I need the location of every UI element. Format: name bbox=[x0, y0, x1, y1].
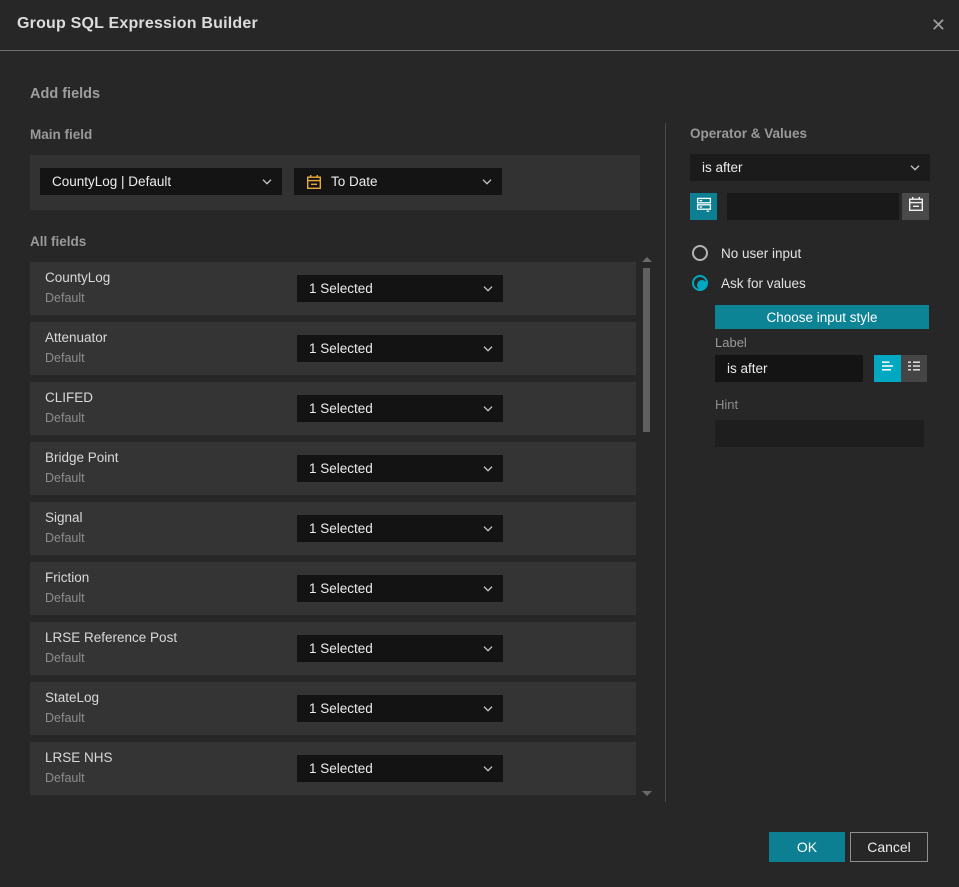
chevron-down-icon bbox=[483, 405, 493, 412]
field-row: Signal Default 1 Selected bbox=[30, 502, 636, 555]
field-row: CLIFED Default 1 Selected bbox=[30, 382, 636, 435]
radio-circle bbox=[692, 245, 708, 261]
field-name: CLIFED bbox=[45, 390, 94, 405]
field-name: LRSE NHS bbox=[45, 750, 113, 765]
chevron-down-icon bbox=[483, 285, 493, 292]
field-type: Default bbox=[45, 471, 85, 485]
chevron-down-icon bbox=[483, 585, 493, 592]
radio-label: Ask for values bbox=[721, 275, 806, 291]
chevron-down-icon bbox=[483, 705, 493, 712]
field-selection-dropdown[interactable]: 1 Selected bbox=[297, 695, 503, 722]
calendar-icon bbox=[306, 174, 322, 190]
field-name: LRSE Reference Post bbox=[45, 630, 178, 645]
radio-label: No user input bbox=[721, 245, 802, 261]
field-selection-value: 1 Selected bbox=[309, 401, 373, 416]
vertical-divider bbox=[665, 123, 666, 802]
choose-input-style-button[interactable]: Choose input style bbox=[715, 305, 929, 329]
operator-dropdown[interactable]: is after bbox=[690, 154, 930, 181]
cancel-button[interactable]: Cancel bbox=[850, 832, 928, 862]
field-row: Bridge Point Default 1 Selected bbox=[30, 442, 636, 495]
field-selection-value: 1 Selected bbox=[309, 281, 373, 296]
field-selection-value: 1 Selected bbox=[309, 521, 373, 536]
dialog-title: Group SQL Expression Builder bbox=[17, 15, 258, 32]
field-selection-value: 1 Selected bbox=[309, 581, 373, 596]
ok-button[interactable]: OK bbox=[769, 832, 845, 862]
all-fields-heading: All fields bbox=[30, 234, 87, 249]
field-selection-value: 1 Selected bbox=[309, 701, 373, 716]
chevron-down-icon bbox=[483, 345, 493, 352]
field-row: Friction Default 1 Selected bbox=[30, 562, 636, 615]
value-input[interactable] bbox=[727, 193, 899, 220]
field-name: StateLog bbox=[45, 690, 100, 705]
main-field-dropdown[interactable]: CountyLog | Default bbox=[40, 168, 282, 195]
field-row: LRSE NHS Default 1 Selected bbox=[30, 742, 636, 795]
field-row: Attenuator Default 1 Selected bbox=[30, 322, 636, 375]
date-picker-button[interactable] bbox=[902, 193, 929, 220]
main-field-dropdown-value: CountyLog | Default bbox=[52, 174, 172, 189]
date-type-dropdown[interactable]: To Date bbox=[294, 168, 502, 195]
hint-caption: Hint bbox=[715, 397, 739, 412]
field-selection-dropdown[interactable]: 1 Selected bbox=[297, 395, 503, 422]
field-selection-value: 1 Selected bbox=[309, 461, 373, 476]
group-sql-expression-builder-dialog: Group SQL Expression Builder ✕ Add field… bbox=[0, 0, 959, 887]
chevron-down-icon bbox=[483, 645, 493, 652]
field-selection-dropdown[interactable]: 1 Selected bbox=[297, 755, 503, 782]
label-caption: Label bbox=[715, 335, 747, 350]
field-selection-dropdown[interactable]: 1 Selected bbox=[297, 455, 503, 482]
all-fields-list: CountyLog Default 1 Selected Attenuator … bbox=[30, 262, 636, 795]
hint-input[interactable] bbox=[715, 420, 924, 447]
field-name: CountyLog bbox=[45, 270, 111, 285]
field-selection-value: 1 Selected bbox=[309, 341, 373, 356]
operator-dropdown-value: is after bbox=[702, 160, 743, 175]
field-name: Bridge Point bbox=[45, 450, 119, 465]
add-fields-heading: Add fields bbox=[30, 86, 101, 102]
scrollbar-up-arrow[interactable] bbox=[642, 257, 652, 262]
field-row: LRSE Reference Post Default 1 Selected bbox=[30, 622, 636, 675]
calendar-icon bbox=[908, 196, 924, 217]
main-field-heading: Main field bbox=[30, 127, 93, 142]
radio-ask-for-values[interactable]: Ask for values bbox=[692, 275, 806, 291]
field-row: StateLog Default 1 Selected bbox=[30, 682, 636, 735]
input-style-list-toggle[interactable] bbox=[901, 355, 927, 382]
field-name: Friction bbox=[45, 570, 90, 585]
field-type: Default bbox=[45, 411, 85, 425]
field-type: Default bbox=[45, 291, 85, 305]
field-selection-dropdown[interactable]: 1 Selected bbox=[297, 275, 503, 302]
field-selection-value: 1 Selected bbox=[309, 761, 373, 776]
scrollbar-down-arrow[interactable] bbox=[642, 791, 652, 796]
field-name: Signal bbox=[45, 510, 83, 525]
field-type: Default bbox=[45, 651, 85, 665]
field-type: Default bbox=[45, 531, 85, 545]
field-selection-dropdown[interactable]: 1 Selected bbox=[297, 335, 503, 362]
date-type-dropdown-value: To Date bbox=[331, 174, 378, 189]
align-left-icon bbox=[880, 358, 896, 379]
close-icon[interactable]: ✕ bbox=[931, 14, 946, 36]
field-type: Default bbox=[45, 771, 85, 785]
field-row: CountyLog Default 1 Selected bbox=[30, 262, 636, 315]
list-icon bbox=[906, 358, 922, 379]
operator-values-heading: Operator & Values bbox=[690, 126, 808, 141]
field-selection-value: 1 Selected bbox=[309, 641, 373, 656]
chevron-down-icon bbox=[262, 178, 272, 185]
chevron-down-icon bbox=[483, 465, 493, 472]
chevron-down-icon bbox=[910, 164, 920, 171]
chevron-down-icon bbox=[483, 525, 493, 532]
radio-circle bbox=[692, 275, 708, 291]
label-input[interactable] bbox=[715, 355, 863, 382]
title-bar: Group SQL Expression Builder ✕ bbox=[0, 0, 959, 51]
input-style-text-toggle[interactable] bbox=[874, 355, 901, 382]
field-selection-dropdown[interactable]: 1 Selected bbox=[297, 515, 503, 542]
radio-no-user-input[interactable]: No user input bbox=[692, 245, 801, 261]
scrollbar-thumb[interactable] bbox=[643, 268, 650, 432]
chevron-down-icon bbox=[483, 765, 493, 772]
field-values-button[interactable] bbox=[690, 193, 717, 220]
field-selection-dropdown[interactable]: 1 Selected bbox=[297, 575, 503, 602]
field-name: Attenuator bbox=[45, 330, 108, 345]
field-type: Default bbox=[45, 351, 85, 365]
field-type: Default bbox=[45, 711, 85, 725]
field-type: Default bbox=[45, 591, 85, 605]
chevron-down-icon bbox=[482, 178, 492, 185]
field-values-icon bbox=[696, 196, 712, 217]
field-selection-dropdown[interactable]: 1 Selected bbox=[297, 635, 503, 662]
